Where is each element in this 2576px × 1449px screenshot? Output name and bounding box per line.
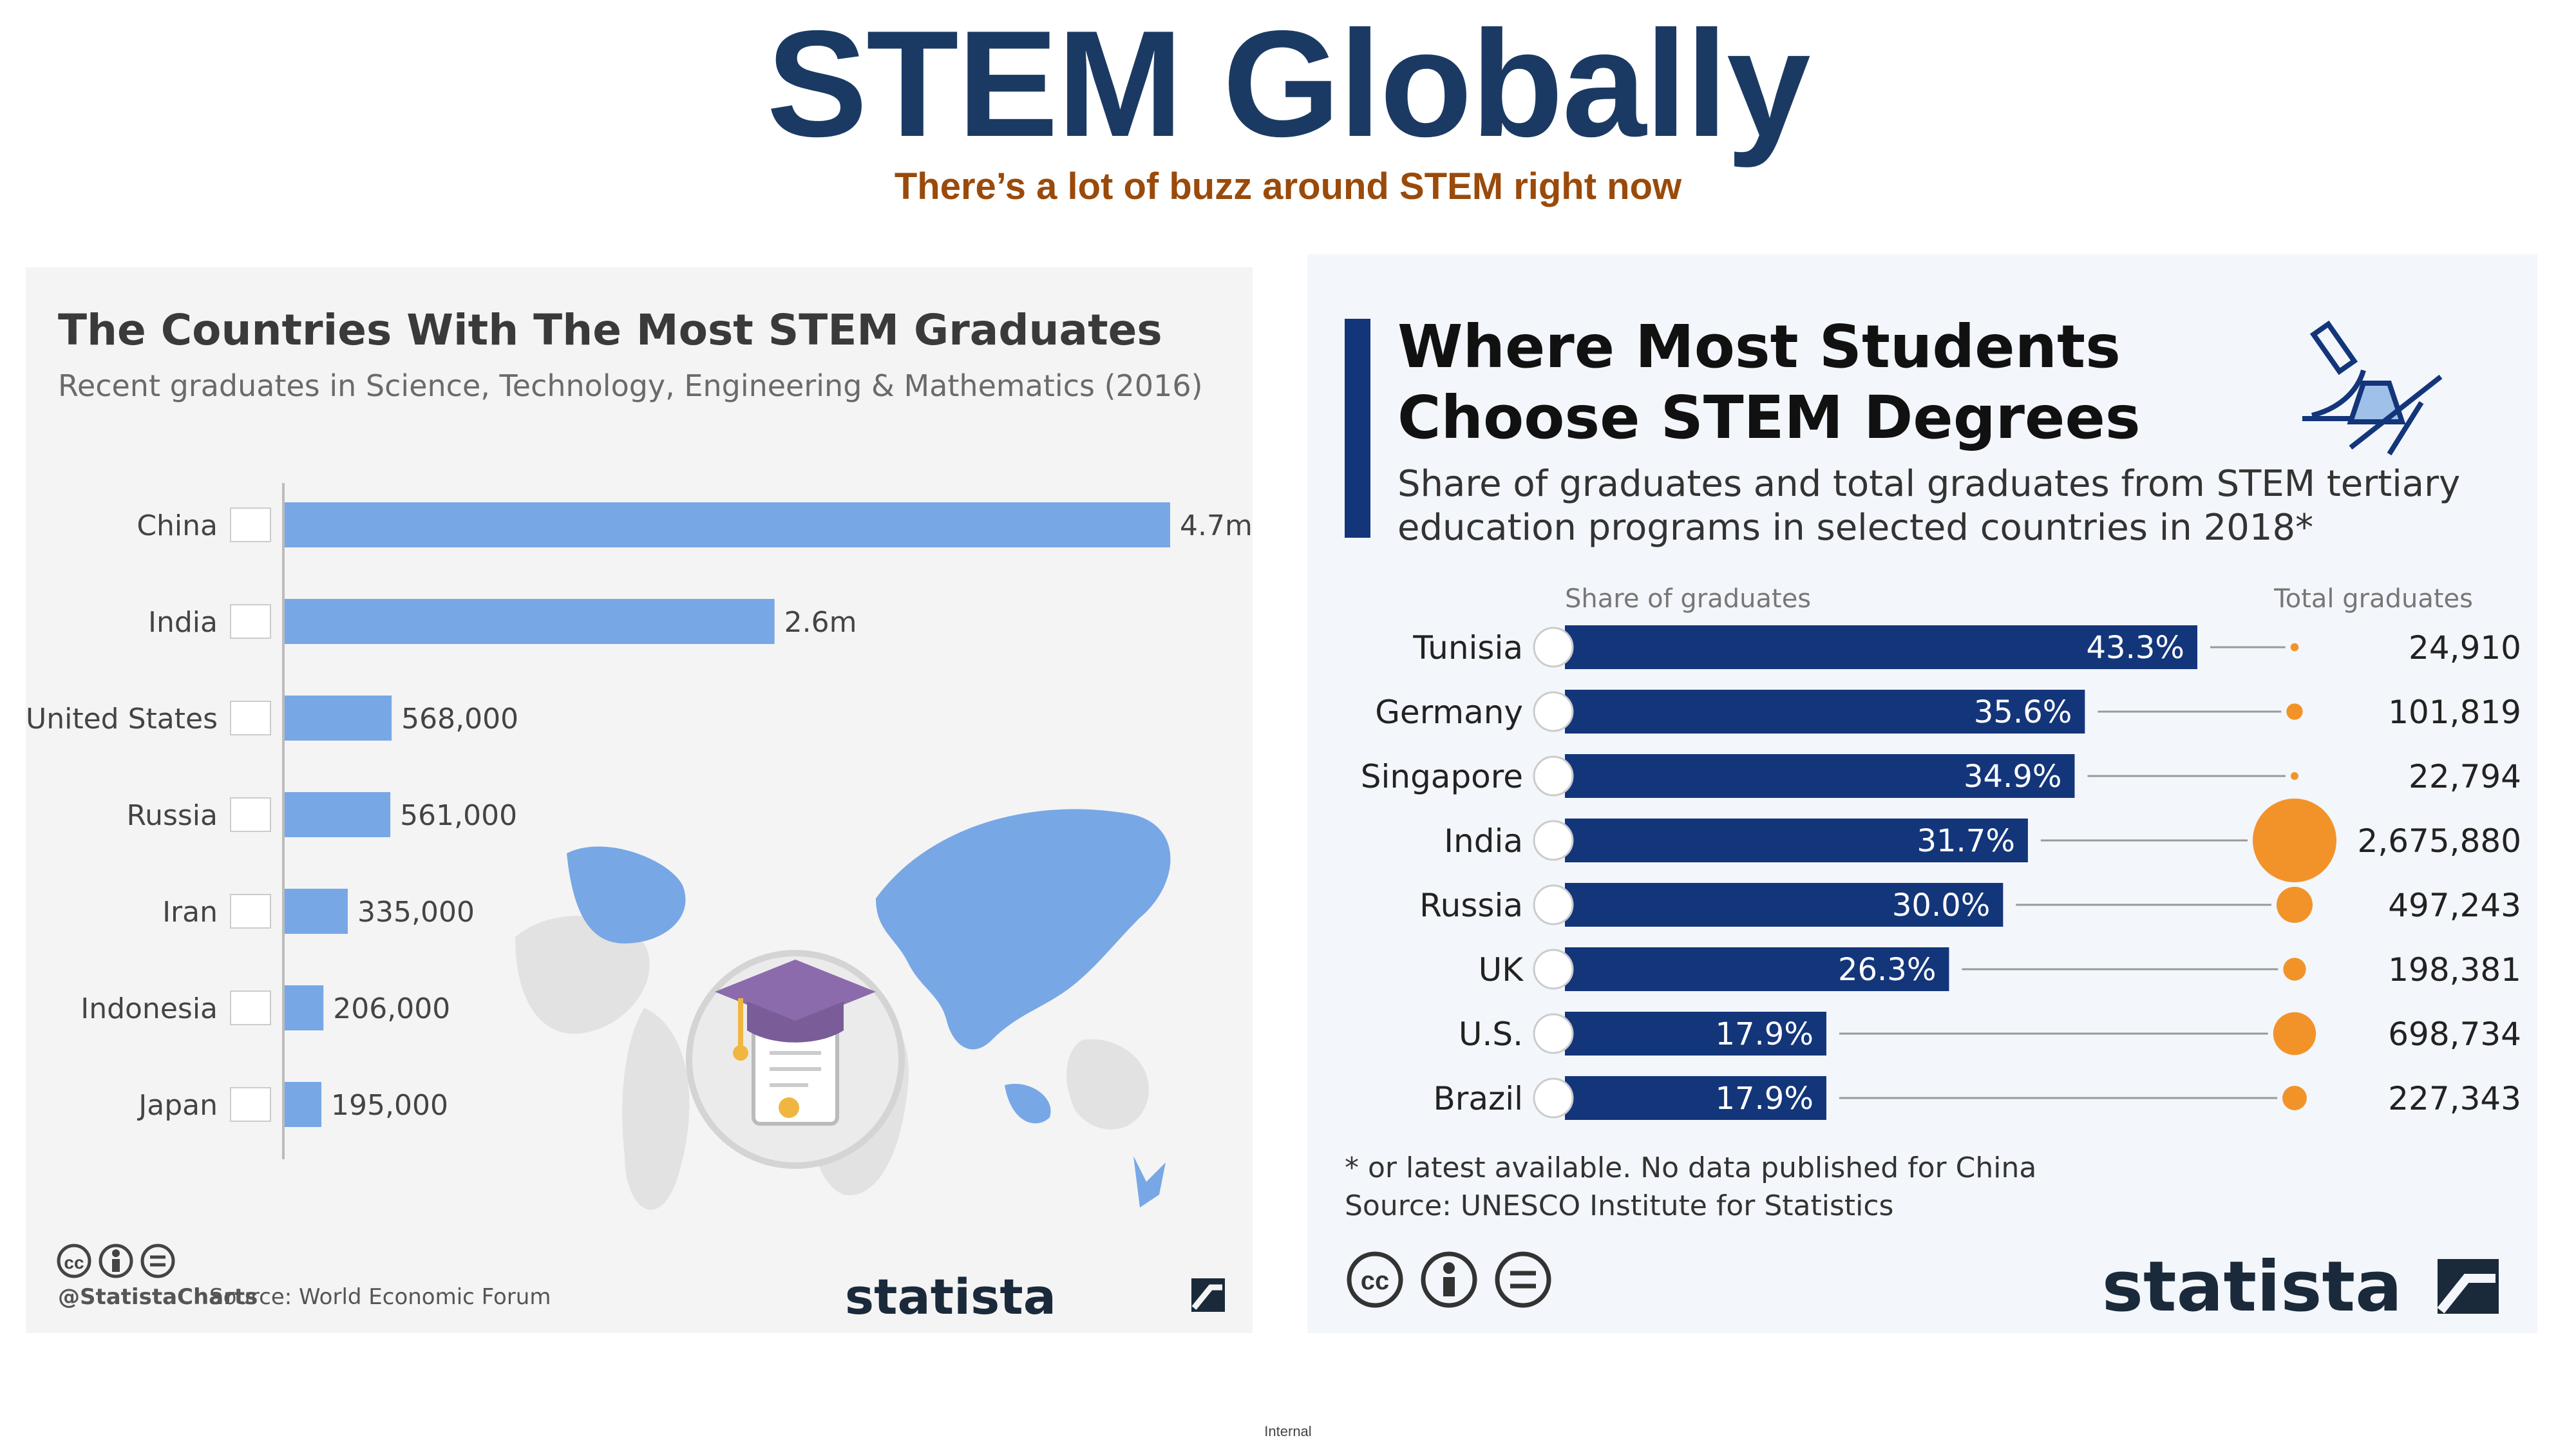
total-bubble xyxy=(2276,886,2313,923)
chart-footnote: * or latest available. No data published… xyxy=(1345,1151,2036,1184)
flag-icon xyxy=(1533,949,1574,990)
total-bubble xyxy=(2273,1012,2316,1056)
total-label: 227,343 xyxy=(2388,1080,2521,1117)
share-label: 43.3% xyxy=(2087,630,2184,666)
category-label: Russia xyxy=(1419,887,1523,924)
header-total: Total graduates xyxy=(2273,584,2473,614)
category-label: China xyxy=(137,509,218,542)
chart-subtitle-line-2: education programs in selected countries… xyxy=(1397,507,2313,549)
total-label: 22,794 xyxy=(2409,758,2521,795)
total-label: 24,910 xyxy=(2409,629,2521,667)
data-label: 335,000 xyxy=(357,896,475,929)
category-label: United States xyxy=(26,703,218,735)
flag-icon xyxy=(230,604,271,639)
category-label: Indonesia xyxy=(80,992,218,1025)
category-label: India xyxy=(148,606,218,639)
flag-icon xyxy=(230,894,271,929)
category-label: Iran xyxy=(162,896,218,929)
flag-icon xyxy=(230,990,271,1025)
bar xyxy=(285,1082,322,1127)
total-bubble xyxy=(2286,703,2303,720)
internal-label: Internal xyxy=(1264,1423,1312,1439)
license-icons: cc xyxy=(57,1244,175,1278)
data-label: 206,000 xyxy=(333,992,450,1025)
flag-icon xyxy=(1533,755,1574,797)
category-label: Tunisia xyxy=(1412,629,1523,667)
svg-text:cc: cc xyxy=(64,1253,84,1273)
chart-subtitle-line-1: Share of graduates and total graduates f… xyxy=(1397,463,2460,505)
flag-icon xyxy=(1533,691,1574,732)
bar xyxy=(285,889,348,934)
total-bubble xyxy=(2283,958,2306,981)
bar xyxy=(285,599,775,644)
flag-icon xyxy=(1533,1077,1574,1119)
category-label: Singapore xyxy=(1361,758,1523,795)
bar xyxy=(285,696,392,741)
header-share: Share of graduates xyxy=(1565,584,1811,614)
svg-text:cc: cc xyxy=(1361,1267,1390,1295)
bar-series: 43.3% Tunisia 24,910 35.6% Germany 101,819 34.… xyxy=(1361,625,2521,1120)
share-label: 17.9% xyxy=(1715,1016,1813,1052)
chart-subtitle: Recent graduates in Science, Technology,… xyxy=(58,368,1203,403)
graduation-cap-icon xyxy=(686,950,905,1169)
chart-title: The Countries With The Most STEM Graduat… xyxy=(58,305,1162,355)
flag-icon xyxy=(1533,627,1574,668)
flag-icon xyxy=(1533,1013,1574,1054)
total-bubble xyxy=(2291,772,2298,780)
data-label: 4.7m xyxy=(1180,509,1253,542)
total-label: 497,243 xyxy=(2388,887,2521,924)
total-bubble xyxy=(2282,1086,2307,1110)
slide-title: STEM Globally xyxy=(766,0,1810,168)
microscope-icon xyxy=(2302,320,2443,456)
share-label: 34.9% xyxy=(1964,759,2061,795)
total-label: 198,381 xyxy=(2388,951,2521,989)
statista-logo-text: statista xyxy=(845,1268,1056,1325)
share-label: 31.7% xyxy=(1917,823,2014,859)
flag-icon xyxy=(230,1087,271,1122)
statista-logo-icon xyxy=(2437,1259,2499,1314)
share-label: 30.0% xyxy=(1892,887,1990,923)
total-label: 2,675,880 xyxy=(2358,822,2521,860)
total-label: 698,734 xyxy=(2388,1016,2521,1053)
bar xyxy=(285,502,1170,547)
slide-subtitle: There’s a lot of buzz around STEM right … xyxy=(894,166,1682,207)
total-label: 101,819 xyxy=(2388,694,2521,731)
stem-share-chart-panel: Where Most Students Choose STEM Degrees … xyxy=(1307,254,2537,1333)
data-label: 2.6m xyxy=(784,606,857,639)
flag-icon xyxy=(230,797,271,832)
stem-graduates-chart-panel: The Countries With The Most STEM Graduat… xyxy=(26,267,1253,1333)
bar xyxy=(285,792,391,837)
chart-title-line-2: Choose STEM Degrees xyxy=(1397,383,2141,452)
data-label: 568,000 xyxy=(401,703,518,735)
share-label: 26.3% xyxy=(1838,952,1936,988)
chart-source: Source: UNESCO Institute for Statistics xyxy=(1345,1189,1893,1222)
flag-icon xyxy=(230,507,271,542)
category-label: Brazil xyxy=(1433,1080,1523,1117)
share-label: 17.9% xyxy=(1715,1081,1813,1117)
category-label: Germany xyxy=(1375,694,1523,731)
category-label: U.S. xyxy=(1459,1016,1523,1053)
total-bubble xyxy=(2290,643,2299,652)
chart-source: Source: World Economic Forum xyxy=(209,1284,551,1310)
flag-icon xyxy=(230,701,271,735)
total-bubble xyxy=(2253,799,2336,882)
title-accent-bar xyxy=(1345,319,1370,538)
chart-title-line-1: Where Most Students xyxy=(1397,312,2121,381)
flag-icon xyxy=(1533,820,1574,861)
share-label: 35.6% xyxy=(1974,694,2072,730)
data-label: 561,000 xyxy=(400,799,517,832)
license-icons: cc xyxy=(1347,1251,1551,1308)
category-label: India xyxy=(1444,822,1523,860)
bar xyxy=(285,985,324,1030)
flag-icon xyxy=(1533,884,1574,925)
category-label: UK xyxy=(1479,951,1524,989)
data-label: 195,000 xyxy=(331,1089,448,1122)
stem-share-chart: Where Most Students Choose STEM Degrees … xyxy=(1345,312,2521,1327)
statista-logo-icon xyxy=(1191,1278,1225,1312)
category-label: Japan xyxy=(137,1089,218,1122)
statista-logo-text: statista xyxy=(2102,1247,2402,1327)
category-label: Russia xyxy=(126,799,218,832)
stem-graduates-chart: The Countries With The Most STEM Graduat… xyxy=(26,305,1253,1325)
